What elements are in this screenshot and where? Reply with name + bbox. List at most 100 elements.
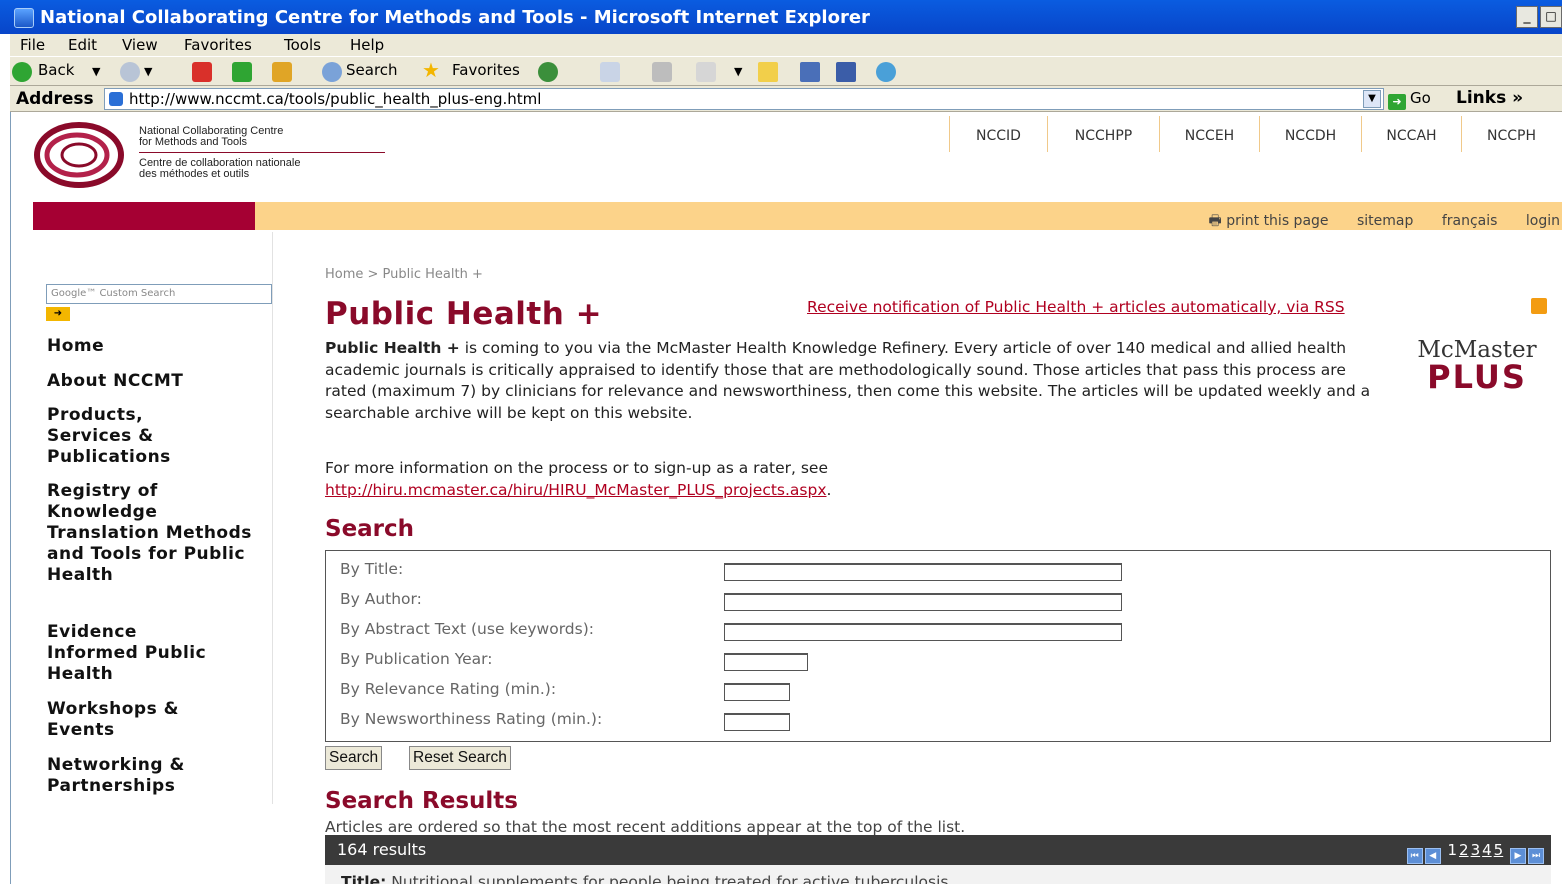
year-label: By Publication Year:: [340, 650, 493, 668]
title-label: By Title:: [340, 560, 404, 578]
francais-link[interactable]: français: [1442, 213, 1498, 229]
tab-ncchpp[interactable]: NCCHPP: [1047, 116, 1159, 152]
messenger-icon[interactable]: [800, 62, 820, 82]
menu-edit[interactable]: Edit: [68, 36, 97, 54]
org-name-english-text: National Collaborating Centre for Method…: [139, 125, 284, 148]
author-label: By Author:: [340, 590, 422, 608]
go-label: Go: [1410, 89, 1431, 107]
result-title[interactable]: Title: Nutritional supplements for peopl…: [341, 873, 949, 884]
login-link[interactable]: login: [1526, 213, 1560, 229]
chevron-down-icon[interactable]: ▼: [734, 65, 742, 78]
nav-about[interactable]: About NCCMT: [47, 371, 267, 392]
last-page-icon[interactable]: ⏭: [1528, 848, 1544, 864]
year-input[interactable]: [724, 653, 808, 671]
back-arrow-icon[interactable]: [12, 62, 32, 82]
nav-home[interactable]: Home: [47, 336, 267, 357]
page-link[interactable]: 3: [1471, 841, 1481, 859]
back-button[interactable]: Back: [38, 61, 74, 79]
refresh-icon[interactable]: [232, 62, 252, 82]
breadcrumb[interactable]: Home > Public Health +: [325, 267, 483, 282]
nav-networking[interactable]: Networking & Partnerships: [47, 755, 237, 797]
go-arrow-icon: ➜: [1388, 94, 1406, 110]
menu-file[interactable]: File: [20, 36, 45, 54]
media-icon[interactable]: [538, 62, 558, 82]
relevance-label: By Relevance Rating (min.):: [340, 680, 557, 698]
search-go-arrow-icon[interactable]: ➜: [46, 307, 70, 321]
newsworthiness-input[interactable]: [724, 713, 790, 731]
mcmaster-plus-link[interactable]: http://hiru.mcmaster.ca/hiru/HIRU_McMast…: [325, 481, 827, 499]
nav-registry[interactable]: Registry of Knowledge Translation Method…: [47, 481, 257, 586]
author-input[interactable]: [724, 593, 1122, 611]
abstract-label: By Abstract Text (use keywords):: [340, 620, 594, 638]
favorites-star-icon[interactable]: ★: [422, 58, 440, 82]
tab-nccah[interactable]: NCCAH: [1361, 116, 1461, 152]
print-icon[interactable]: 🖶: [1209, 213, 1222, 229]
nav-workshops[interactable]: Workshops & Events: [47, 699, 227, 741]
reset-search-button[interactable]: Reset Search: [409, 746, 511, 770]
users-icon[interactable]: [876, 62, 896, 82]
tab-nccid[interactable]: NCCID: [949, 116, 1047, 152]
chevron-down-icon[interactable]: ▼: [92, 65, 100, 78]
menu-help[interactable]: Help: [350, 36, 384, 54]
result-title-text[interactable]: Nutritional supplements for people being…: [391, 873, 948, 884]
more-info-paragraph: For more information on the process or t…: [325, 458, 1325, 501]
rss-icon[interactable]: [1531, 298, 1547, 314]
nav-products[interactable]: Products, Services & Publications: [47, 405, 217, 468]
address-bar: Address http://www.nccmt.ca/tools/public…: [10, 86, 1562, 112]
title-input[interactable]: [724, 563, 1122, 581]
forward-arrow-icon[interactable]: [120, 62, 140, 82]
folder-icon[interactable]: [758, 62, 778, 82]
nccmt-logo-icon[interactable]: [33, 122, 125, 188]
tab-nccph[interactable]: NCCPH: [1461, 116, 1561, 152]
page-title: Public Health +: [325, 296, 603, 332]
print-link[interactable]: print this page: [1226, 213, 1328, 229]
menu-view[interactable]: View: [122, 36, 158, 54]
edit-icon[interactable]: [696, 62, 716, 82]
url-input[interactable]: http://www.nccmt.ca/tools/public_health_…: [104, 88, 1384, 110]
abstract-input[interactable]: [724, 623, 1122, 641]
tab-nccdh[interactable]: NCCDH: [1259, 116, 1361, 152]
minimize-button[interactable]: _: [1516, 6, 1538, 28]
tab-nccehh[interactable]: NCCEH: [1159, 116, 1259, 152]
stop-icon[interactable]: [192, 62, 212, 82]
menu-tools[interactable]: Tools: [284, 36, 321, 54]
home-icon[interactable]: [272, 62, 292, 82]
google-search-input[interactable]: Google™ Custom Search: [46, 284, 272, 304]
header-accent: [33, 202, 255, 230]
prev-page-icon[interactable]: ◀: [1424, 848, 1441, 864]
nav-evidence[interactable]: Evidence Informed Public Health: [47, 622, 227, 685]
search-toolbar-button[interactable]: Search: [346, 61, 398, 79]
research-icon[interactable]: [836, 62, 856, 82]
page-link[interactable]: 2: [1459, 841, 1469, 859]
sidebar: Google™ Custom Search ➜ Home About NCCMT…: [33, 232, 273, 804]
sitemap-link[interactable]: sitemap: [1357, 213, 1413, 229]
page-link[interactable]: 4: [1482, 841, 1492, 859]
maximize-button[interactable]: □: [1540, 6, 1562, 28]
page-viewport: National Collaborating Centre for Method…: [10, 112, 1562, 884]
toolbar: Back ▼ ▼ Search ★ Favorites ▼: [10, 56, 1562, 86]
chevron-down-icon[interactable]: ▼: [144, 65, 152, 78]
result-row[interactable]: Title: Nutritional supplements for peopl…: [325, 865, 1551, 884]
url-text[interactable]: http://www.nccmt.ca/tools/public_health_…: [129, 90, 541, 108]
print-icon[interactable]: [652, 62, 672, 82]
links-button[interactable]: Links »: [1456, 88, 1523, 108]
mail-icon[interactable]: [600, 62, 620, 82]
chevron-down-icon[interactable]: ▼: [1363, 90, 1381, 108]
utility-links: 🖶 print this page sitemap français login: [1209, 210, 1560, 234]
results-heading: Search Results: [325, 788, 518, 814]
rss-link[interactable]: Receive notification of Public Health + …: [807, 298, 1345, 316]
first-page-icon[interactable]: ⏮: [1406, 848, 1423, 864]
page-link[interactable]: 5: [1494, 841, 1504, 859]
menu-favorites[interactable]: Favorites: [184, 36, 252, 54]
intro-body: is coming to you via the McMaster Health…: [325, 339, 1371, 422]
relevance-input[interactable]: [724, 683, 790, 701]
favorites-toolbar-button[interactable]: Favorites: [452, 61, 520, 79]
search-button[interactable]: Search: [325, 746, 383, 770]
next-page-icon[interactable]: ▶: [1510, 848, 1526, 864]
google-search-placeholder: Google™ Custom Search: [51, 288, 176, 299]
window-titlebar[interactable]: National Collaborating Centre for Method…: [0, 0, 1562, 34]
go-button[interactable]: ➜ Go: [1388, 89, 1431, 110]
intro-lead: Public Health +: [325, 339, 460, 357]
org-name-english: National Collaborating Centre for Method…: [139, 126, 283, 148]
search-icon[interactable]: [322, 62, 342, 82]
